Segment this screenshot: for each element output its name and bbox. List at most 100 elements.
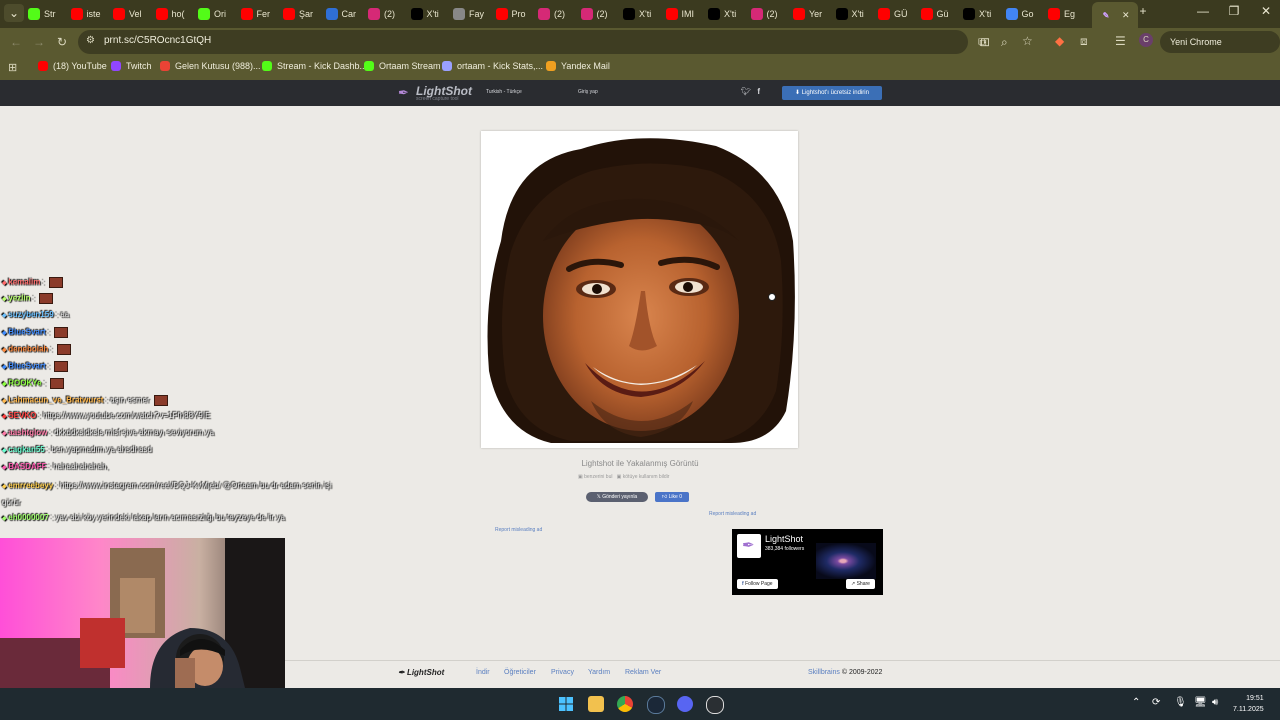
- report-ad-link-left[interactable]: Report misleading ad: [495, 527, 542, 533]
- tab-search-chevron-icon[interactable]: ⌄: [4, 4, 24, 22]
- login-link[interactable]: Giriş yap: [578, 89, 598, 95]
- chrome-update-button[interactable]: Yeni Chrome kullanılabilir ⋮: [1160, 31, 1280, 69]
- tab[interactable]: Eg: [1048, 4, 1086, 24]
- tab-active[interactable]: ✎ ✕: [1092, 2, 1138, 28]
- bookmark-label: Gelen Kutusu (988)...: [175, 61, 261, 71]
- footer-link[interactable]: Privacy: [551, 669, 574, 676]
- tab[interactable]: Car: [325, 4, 364, 24]
- close-window-icon[interactable]: ✕: [1256, 4, 1276, 18]
- tab[interactable]: Vel: [113, 4, 151, 24]
- footer-link[interactable]: Öğreticiler: [504, 669, 536, 676]
- chat-message: ◆ ROOKYe :: [2, 378, 65, 389]
- tab[interactable]: Fer: [240, 4, 279, 24]
- start-windows-icon[interactable]: [558, 696, 574, 712]
- minimize-icon[interactable]: —: [1193, 4, 1213, 18]
- footer-link[interactable]: Reklam Ver: [625, 669, 661, 676]
- tab[interactable]: Ori: [198, 4, 236, 24]
- volume-icon[interactable]: 🔊︎: [1212, 697, 1218, 708]
- kick-icon: [262, 61, 272, 71]
- tab[interactable]: (2): [538, 4, 576, 24]
- tab[interactable]: X'ti: [708, 4, 746, 24]
- forward-icon[interactable]: →: [33, 35, 45, 49]
- tab[interactable]: Gü: [920, 4, 959, 24]
- bookmark-star-icon[interactable]: ☆: [1022, 34, 1033, 48]
- reading-list-icon[interactable]: ☰: [1115, 34, 1126, 48]
- skillbrains-link[interactable]: Skillbrains: [808, 669, 840, 676]
- zoom-icon[interactable]: ⌕: [1001, 35, 1008, 50]
- close-tab-icon[interactable]: ✕: [1122, 10, 1130, 21]
- bookmark-item[interactable]: Ortaam Stream: [364, 61, 441, 71]
- tab[interactable]: (2): [580, 4, 619, 24]
- tab[interactable]: ho(: [155, 4, 194, 24]
- fb-share-button[interactable]: ↗ Share: [846, 579, 875, 589]
- tab[interactable]: X'ti: [835, 4, 874, 24]
- tab[interactable]: IMI: [665, 4, 704, 24]
- tab[interactable]: (2): [750, 4, 789, 24]
- tray-chevron-icon[interactable]: ⌃: [1132, 697, 1140, 708]
- sync-icon[interactable]: ⟳: [1152, 697, 1160, 708]
- discord-icon[interactable]: [677, 696, 693, 712]
- tab-label: Ori: [214, 9, 226, 19]
- site-info-icon[interactable]: ⚙: [86, 35, 95, 46]
- microphone-icon[interactable]: 🎙︎: [1174, 697, 1187, 708]
- tab[interactable]: Go: [1005, 4, 1044, 24]
- bookmark-item[interactable]: ortaam - Kick Stats,...: [442, 61, 543, 71]
- tab-label: X'ti: [979, 9, 992, 19]
- network-icon[interactable]: 🖥︎: [1194, 697, 1207, 708]
- chrome-icon[interactable]: [617, 696, 633, 712]
- twitter-icon[interactable]: 🐦︎: [741, 87, 751, 96]
- find-similar-link[interactable]: benzerini bul: [584, 474, 612, 480]
- profile-avatar[interactable]: C: [1139, 33, 1153, 47]
- chat-emote-icon: [56, 344, 71, 355]
- facebook-page-widget[interactable]: ✒ LightShot 383,384 followers f Follow P…: [732, 529, 883, 595]
- tab[interactable]: GÜ: [878, 4, 916, 24]
- facebook-like-button[interactable]: 👍︎ Like 0: [655, 492, 689, 502]
- extensions-icon[interactable]: ⧈: [1080, 34, 1088, 49]
- youtube-icon: [240, 8, 253, 20]
- extension-fox-icon[interactable]: ◆: [1055, 34, 1064, 48]
- tab[interactable]: X'ti: [963, 4, 1001, 24]
- chat-text: : ben yapmadım ya ahsdhasd: [46, 445, 152, 454]
- tab[interactable]: X'ti: [623, 4, 661, 24]
- new-tab-icon[interactable]: +: [1133, 4, 1153, 18]
- steam-icon[interactable]: [647, 696, 665, 714]
- apps-grid-icon[interactable]: ⊞: [8, 61, 17, 74]
- bookmark-item[interactable]: Stream - Kick Dashb...: [262, 61, 367, 71]
- reload-icon[interactable]: ↻: [57, 35, 67, 49]
- address-bar[interactable]: ⚙ prnt.sc/C5ROcnc1GtQH ⧉: [78, 30, 987, 54]
- bookmark-item[interactable]: Yandex Mail: [546, 61, 610, 71]
- file-explorer-icon[interactable]: [588, 696, 604, 712]
- report-ad-link-right[interactable]: Report misleading ad: [709, 511, 756, 517]
- url-text[interactable]: prnt.sc/C5ROcnc1GtQH: [104, 35, 211, 46]
- fb-page-name[interactable]: LightShot: [765, 534, 803, 544]
- back-icon[interactable]: ←: [10, 35, 22, 49]
- footer-logo[interactable]: ✒ LightShot: [398, 668, 444, 677]
- tab[interactable]: (2): [368, 4, 406, 24]
- bookmark-item[interactable]: (18) YouTube: [38, 61, 107, 71]
- tab[interactable]: Yer: [793, 4, 831, 24]
- bookmark-item[interactable]: Gelen Kutusu (988)...: [160, 61, 261, 71]
- obs-icon[interactable]: [706, 696, 724, 714]
- tab[interactable]: Fay: [453, 4, 491, 24]
- bookmark-item[interactable]: Twitch: [111, 61, 152, 71]
- footer-link[interactable]: İndir: [476, 669, 490, 676]
- footer-link[interactable]: Yardım: [588, 669, 610, 676]
- tab[interactable]: Str: [28, 4, 66, 24]
- youtube-icon: [793, 8, 805, 20]
- facebook-icon[interactable]: f: [757, 87, 760, 96]
- system-clock[interactable]: 19:51 7.11.2025: [1233, 693, 1264, 715]
- tab[interactable]: X'ti: [410, 4, 449, 24]
- tab[interactable]: Pro: [495, 4, 534, 24]
- report-abuse-link[interactable]: kötüye kullanım bildir: [623, 474, 670, 480]
- x-share-button[interactable]: 𝕏 Gönderi yayınla: [586, 492, 648, 502]
- download-button[interactable]: ⬇ Lightshot'ı ücretsiz indirin: [782, 86, 882, 100]
- m-icon: [325, 8, 338, 20]
- tab[interactable]: Şar: [283, 4, 321, 24]
- screenshot-image[interactable]: [481, 131, 798, 448]
- cast-icon[interactable]: ⊡: [980, 35, 990, 49]
- fb-follow-button[interactable]: f Follow Page: [737, 579, 778, 589]
- language-select[interactable]: Turkish - Türkçe: [486, 89, 522, 95]
- tab[interactable]: iste: [70, 4, 109, 24]
- chat-username: aashtglow: [8, 428, 48, 437]
- restore-icon[interactable]: ❐: [1224, 4, 1244, 18]
